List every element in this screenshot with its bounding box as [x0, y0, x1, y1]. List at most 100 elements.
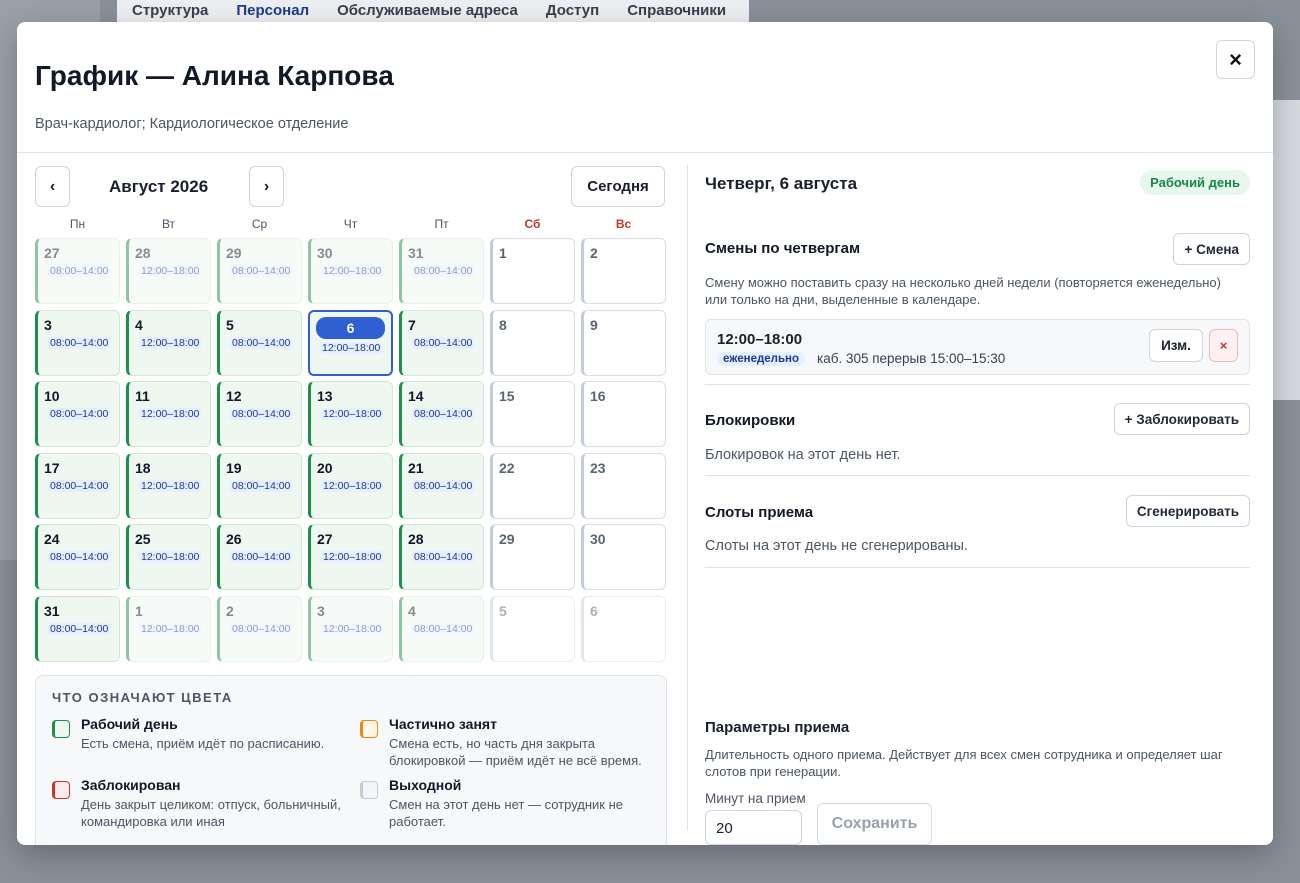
day-shift-time: 08:00–14:00 [412, 265, 475, 277]
legend-swatch [360, 781, 378, 799]
day-number: 5 [499, 602, 507, 619]
tab-directories[interactable]: Справочники [627, 2, 726, 22]
calendar-day[interactable]: 22 [490, 452, 575, 519]
day-number: 19 [226, 459, 242, 476]
calendar-day[interactable]: 1 [490, 238, 575, 304]
day-shift-time: 08:00–14:00 [230, 408, 293, 420]
day-number: 3 [44, 316, 52, 333]
next-month-button[interactable]: › [249, 166, 284, 207]
calendar-day[interactable]: 26 08:00–14:00 [217, 524, 302, 590]
color-legend: ЧТО ОЗНАЧАЮТ ЦВЕТА Рабочий день Есть сме… [35, 675, 667, 845]
day-number: 25 [135, 531, 151, 547]
calendar-day[interactable]: 30 [581, 524, 666, 590]
calendar-day[interactable]: 15 [490, 381, 575, 447]
calendar-day[interactable]: 7 08:00–14:00 [399, 309, 484, 376]
legend-swatch [52, 781, 70, 799]
calendar-day[interactable]: 20 12:00–18:00 [308, 452, 393, 519]
shifts-section: Смены по четвергам + Смена Смену можно п… [705, 213, 1250, 385]
day-details-panel: Четверг, 6 августа Рабочий день Смены по… [705, 165, 1250, 845]
weekday-label: Ср [251, 217, 268, 231]
calendar-day[interactable]: 5 [490, 595, 575, 662]
calendar-day[interactable]: 2 08:00–14:00 [217, 595, 302, 662]
calendar-day[interactable]: 5 08:00–14:00 [217, 309, 302, 376]
day-shift-time: 08:00–14:00 [48, 622, 111, 635]
day-shift-time: 08:00–14:00 [230, 336, 293, 349]
calendar-day[interactable]: 14 08:00–14:00 [399, 381, 484, 447]
shifts-hint: Смену можно поставить сразу на несколько… [705, 275, 1221, 307]
day-shift-time: 08:00–14:00 [48, 265, 111, 277]
calendar-day[interactable]: 13 12:00–18:00 [308, 381, 393, 447]
legend-name: Выходной [389, 777, 462, 793]
day-shift-time: 08:00–14:00 [230, 622, 293, 635]
day-shift-time: 08:00–14:00 [230, 265, 293, 277]
delete-shift-button[interactable]: × [1209, 329, 1238, 362]
day-number: 2 [226, 602, 234, 619]
add-block-button[interactable]: + Заблокировать [1113, 403, 1250, 435]
calendar-day[interactable]: 4 12:00–18:00 [126, 309, 211, 376]
edit-shift-button[interactable]: Изм. [1149, 329, 1203, 362]
legend-desc: День закрыт целиком: отпуск, больничный,… [81, 797, 341, 829]
day-number: 7 [408, 316, 416, 333]
tab-staff[interactable]: Персонал [236, 2, 309, 22]
modal-title: График — Алина Карпова [35, 60, 394, 91]
params-title: Параметры приема [705, 719, 850, 736]
calendar-day[interactable]: 8 [490, 309, 575, 376]
tab-addresses[interactable]: Обслуживаемые адреса [337, 2, 518, 22]
calendar-day[interactable]: 21 08:00–14:00 [399, 452, 484, 519]
calendar-day[interactable]: 19 08:00–14:00 [217, 452, 302, 519]
calendar-day[interactable]: 27 08:00–14:00 [35, 238, 120, 304]
calendar-day[interactable]: 3 12:00–18:00 [308, 595, 393, 662]
day-number: 22 [499, 459, 515, 476]
calendar-day[interactable]: 31 08:00–14:00 [399, 238, 484, 304]
day-shift-time: 08:00–14:00 [412, 622, 475, 635]
calendar-day[interactable]: 9 [581, 309, 666, 376]
calendar-day[interactable]: 2 [581, 238, 666, 304]
add-shift-button[interactable]: + Смена [1173, 233, 1250, 265]
calendar-day[interactable]: 6 [581, 595, 666, 662]
legend-desc: Смена есть, но часть дня закрыта блокиро… [389, 736, 642, 768]
day-shift-time: 08:00–14:00 [230, 551, 293, 563]
calendar-day[interactable]: 28 08:00–14:00 [399, 524, 484, 590]
calendar-day[interactable]: 24 08:00–14:00 [35, 524, 120, 590]
generate-slots-button[interactable]: Сгенерировать [1125, 495, 1250, 527]
today-button[interactable]: Сегодня [571, 166, 665, 207]
calendar-day[interactable]: 25 12:00–18:00 [126, 524, 211, 590]
minutes-input[interactable]: 20 [705, 810, 802, 845]
calendar-day[interactable]: 30 12:00–18:00 [308, 238, 393, 304]
calendar-day[interactable]: 18 12:00–18:00 [126, 452, 211, 519]
close-icon[interactable]: × [1216, 40, 1255, 79]
calendar-day[interactable]: 4 08:00–14:00 [399, 595, 484, 662]
weekday-header: Пн Вт Ср Чт Пт Сб Вс [35, 217, 667, 231]
calendar-day[interactable]: 6 12:00–18:00 [308, 309, 393, 376]
prev-month-button[interactable]: ‹ [35, 166, 70, 207]
shift-info: каб. 305 перерыв 15:00–15:30 [817, 351, 1006, 366]
calendar-day[interactable]: 29 [490, 524, 575, 590]
tab-structure[interactable]: Структура [132, 2, 208, 22]
day-number: 31 [408, 245, 424, 261]
calendar-day[interactable]: 17 08:00–14:00 [35, 452, 120, 519]
calendar-day[interactable]: 12 08:00–14:00 [217, 381, 302, 447]
day-number: 10 [44, 388, 60, 404]
day-number: 4 [408, 602, 416, 619]
calendar-day[interactable]: 31 08:00–14:00 [35, 595, 120, 662]
calendar-day[interactable]: 10 08:00–14:00 [35, 381, 120, 447]
tab-access[interactable]: Доступ [546, 2, 599, 22]
day-shift-time: 08:00–14:00 [412, 551, 475, 563]
calendar-day[interactable]: 16 [581, 381, 666, 447]
legend-desc: Смен на этот день нет — сотрудник не раб… [389, 797, 623, 829]
calendar-day[interactable]: 29 08:00–14:00 [217, 238, 302, 304]
day-number: 8 [499, 316, 507, 333]
calendar-day[interactable]: 23 [581, 452, 666, 519]
day-number: 29 [226, 245, 242, 261]
day-number: 5 [226, 316, 234, 333]
day-shift-time: 12:00–18:00 [139, 479, 202, 492]
calendar-day[interactable]: 3 08:00–14:00 [35, 309, 120, 376]
day-number: 17 [44, 459, 60, 476]
day-number: 29 [499, 531, 515, 547]
calendar-day[interactable]: 1 12:00–18:00 [126, 595, 211, 662]
calendar-day[interactable]: 11 12:00–18:00 [126, 381, 211, 447]
save-button[interactable]: Сохранить [817, 803, 932, 845]
weekday-label: Чт [343, 217, 358, 231]
calendar-day[interactable]: 28 12:00–18:00 [126, 238, 211, 304]
calendar-day[interactable]: 27 12:00–18:00 [308, 524, 393, 590]
